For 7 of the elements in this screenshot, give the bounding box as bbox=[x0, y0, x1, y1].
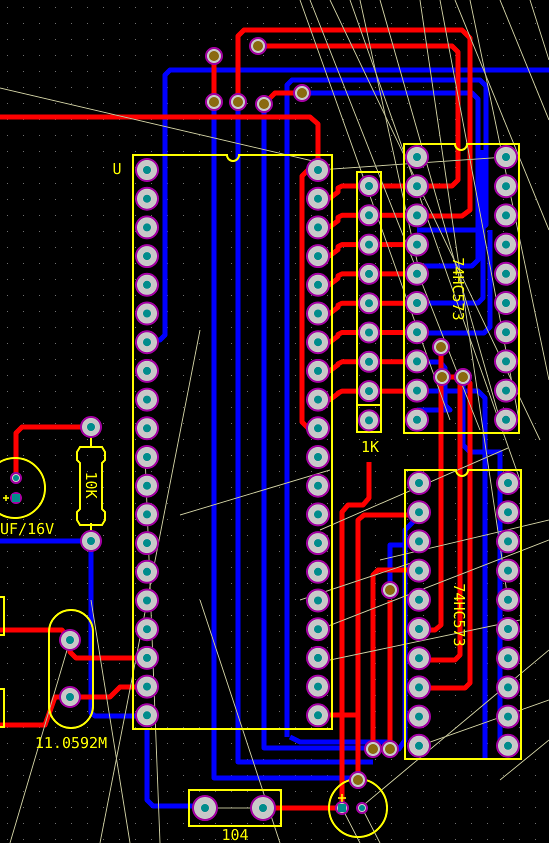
component-label: UF/16V bbox=[0, 520, 54, 538]
component-label: 74HC573 bbox=[449, 257, 467, 321]
component-label: 1K bbox=[360, 438, 380, 456]
component-label: 74HC573 bbox=[450, 583, 468, 647]
component-label: U bbox=[112, 160, 122, 178]
component-label: 104 bbox=[221, 826, 249, 843]
component-label: 10K bbox=[82, 471, 100, 499]
